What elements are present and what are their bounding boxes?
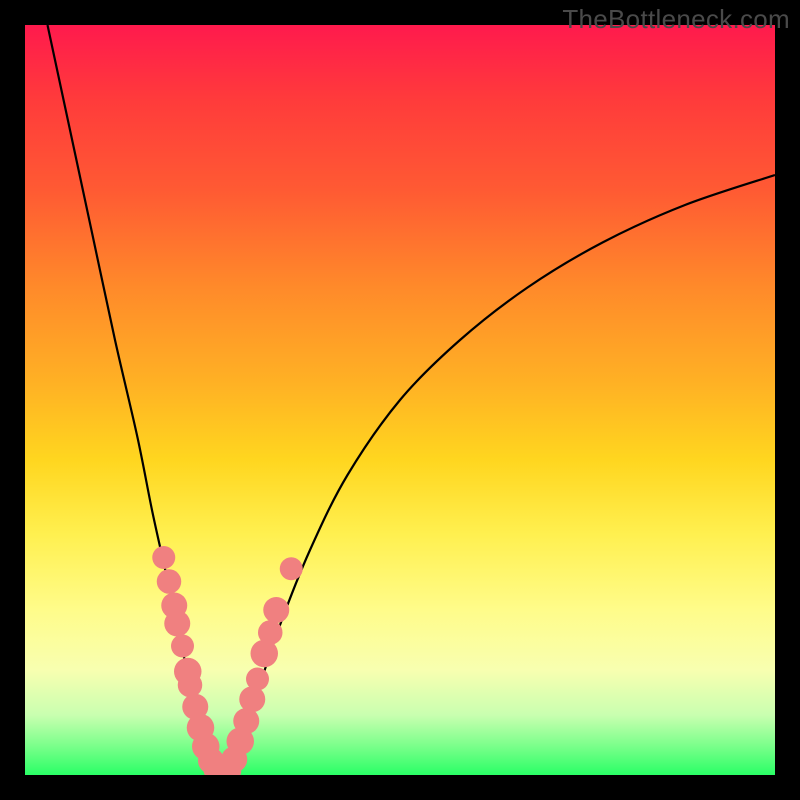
data-marker — [178, 673, 203, 698]
curve-right-arm — [228, 175, 776, 771]
watermark-text: TheBottleneck.com — [562, 4, 790, 35]
plot-area — [25, 25, 775, 775]
data-marker — [152, 546, 175, 569]
data-marker — [164, 611, 190, 637]
marker-layer — [152, 546, 303, 775]
data-marker — [239, 686, 265, 712]
curve-layer — [25, 25, 775, 775]
data-marker — [246, 668, 269, 691]
data-marker — [280, 557, 303, 580]
data-marker — [157, 569, 182, 594]
data-marker — [258, 620, 283, 645]
chart-frame: TheBottleneck.com — [0, 0, 800, 800]
data-marker — [263, 597, 289, 623]
data-marker — [171, 635, 194, 658]
data-marker — [233, 708, 259, 734]
